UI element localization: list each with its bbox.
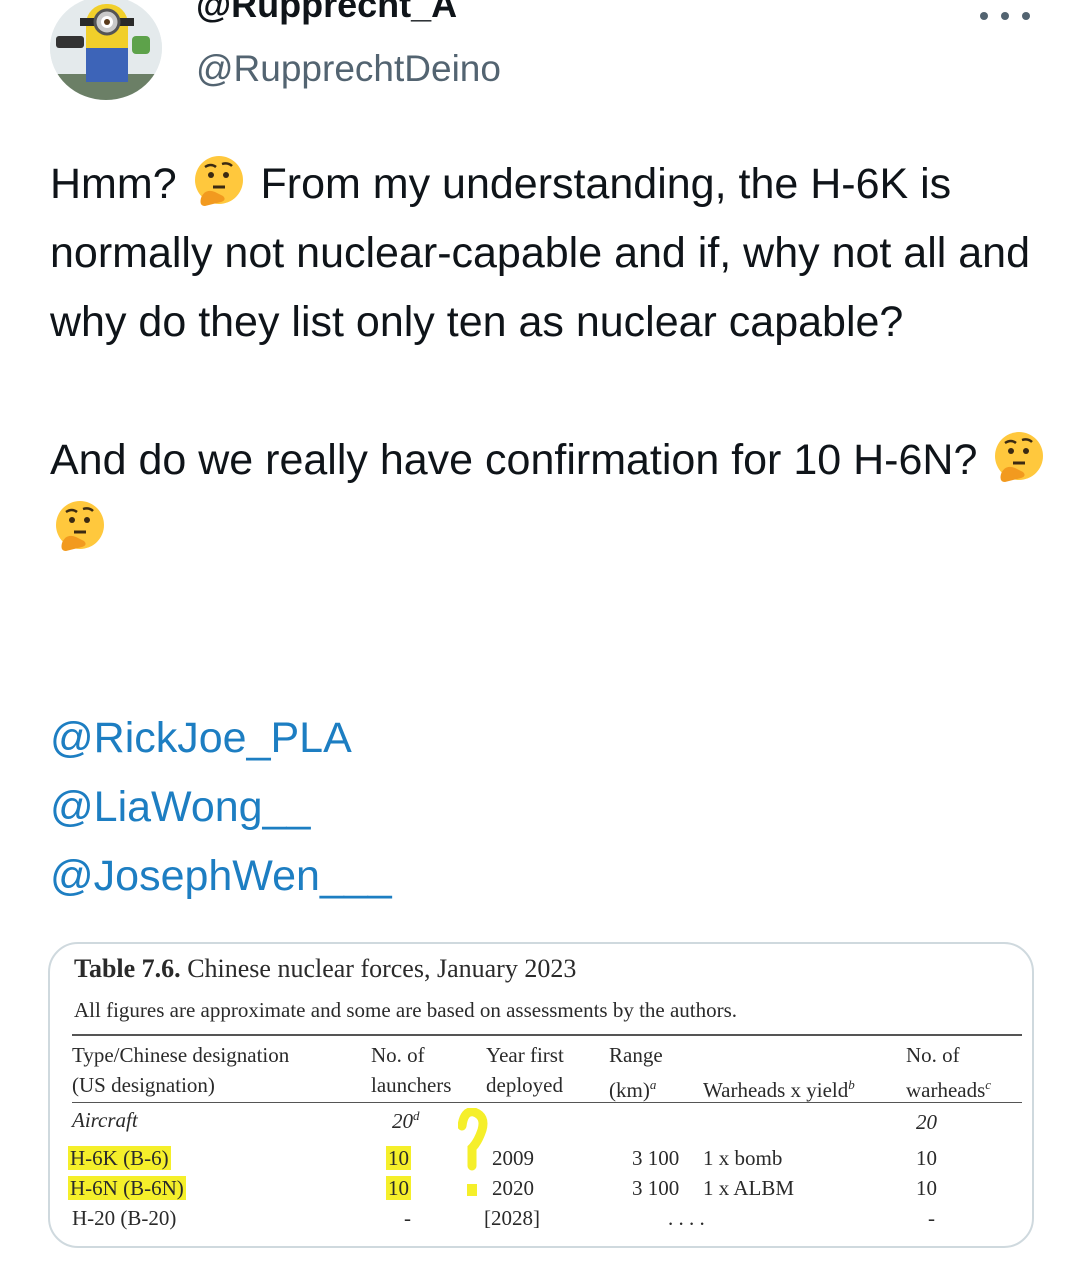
cell-text: 10 <box>386 1146 411 1170</box>
cell-range: 3 100 <box>632 1146 680 1170</box>
table-title: Table 7.6. Chinese nuclear forces, Janua… <box>74 954 576 984</box>
header-text: (US designation) <box>72 1073 215 1097</box>
table-caption: Chinese nuclear forces, January 2023 <box>187 954 577 983</box>
cell-launchers: 10 <box>386 1146 411 1171</box>
header-text: Warheads x yield <box>703 1078 849 1102</box>
cell-range: . . . . <box>668 1206 705 1230</box>
cell-type: H-6K (B-6) <box>68 1146 171 1170</box>
mention-link-liawong[interactable]: @LiaWong__ <box>50 773 392 842</box>
attached-image[interactable]: Table 7.6. Chinese nuclear forces, Janua… <box>48 942 1034 1248</box>
header-type: Type/Chinese designation (US designation… <box>72 1040 289 1100</box>
cell-warheads: 10 <box>916 1146 937 1170</box>
header-text: warheads <box>906 1078 986 1102</box>
cell-year: 2009 <box>492 1146 534 1170</box>
section-label: Aircraft <box>72 1108 138 1132</box>
header-text: No. of <box>906 1043 960 1067</box>
mention-link-josephwen[interactable]: @JosephWen___ <box>50 842 392 911</box>
tweet-text-segment: Hmm? <box>50 160 177 208</box>
footnote-mark: b <box>848 1077 855 1092</box>
table-row: H-6K (B-6) <box>68 1146 171 1171</box>
table-rule <box>72 1102 1022 1103</box>
more-options-button[interactable] <box>980 4 1030 28</box>
tweet-paragraph-2: And do we really have confirmation for 1… <box>50 426 1050 564</box>
user-handle[interactable]: @RupprechtDeino <box>196 48 501 90</box>
header-text: launchers <box>371 1073 452 1097</box>
cell-warheads-yield: 1 x bomb <box>703 1146 783 1170</box>
cell-launchers: - <box>404 1206 411 1230</box>
footnote-mark: d <box>413 1108 420 1123</box>
thinking-face-icon <box>56 501 104 551</box>
cell-text: 10 <box>386 1176 411 1200</box>
thinking-face-icon <box>194 156 243 206</box>
mention-link-rickjoe[interactable]: @RickJoe_PLA <box>50 704 392 773</box>
display-name[interactable]: @Rupprecht_A <box>196 0 457 26</box>
header-text: Range <box>609 1043 663 1067</box>
cell-text: 20 <box>392 1109 413 1133</box>
dot-icon <box>980 12 988 20</box>
header-year: Year first deployed <box>486 1040 564 1100</box>
header-text: Type/Chinese designation <box>72 1043 290 1067</box>
header-num-warheads: No. of warheadsc <box>906 1040 991 1105</box>
footnote-mark: c <box>985 1077 992 1092</box>
thinking-face-icon <box>995 432 1044 482</box>
dot-icon <box>1001 12 1009 20</box>
cell-warheads: 10 <box>916 1176 937 1200</box>
tweet-paragraph-1: Hmm? From my understanding, the H-6K is … <box>50 150 1050 357</box>
cell-year: [2028] <box>484 1206 540 1230</box>
header-text: No. of <box>371 1043 425 1067</box>
question-mark-annotation <box>458 1108 488 1196</box>
cell-warheads-yield: 1 x ALBM <box>703 1176 795 1200</box>
dot-icon <box>1022 12 1030 20</box>
header-text: Year first <box>486 1043 564 1067</box>
tweet-text: Hmm? From my understanding, the H-6K is … <box>50 150 1050 564</box>
footnote-mark: a <box>649 1077 657 1092</box>
section-launchers: 20d <box>392 1108 420 1134</box>
header-text: deployed <box>486 1073 563 1097</box>
table-row: H-20 (B-20) <box>72 1206 177 1230</box>
section-warheads: 20 <box>916 1110 937 1134</box>
avatar[interactable] <box>50 0 162 100</box>
table-subtitle: All figures are approximate and some are… <box>74 998 738 1022</box>
cell-launchers: 10 <box>386 1176 411 1201</box>
header-text: (km) <box>609 1078 650 1102</box>
table-rule <box>72 1034 1022 1036</box>
tweet-text-segment: And do we really have confirmation for 1… <box>50 436 978 484</box>
table-number: Table 7.6. <box>74 954 181 983</box>
cell-range: 3 100 <box>632 1176 680 1200</box>
header-launchers: No. of launchers <box>371 1040 451 1100</box>
header-warheads-yield: Warheads x yieldb <box>703 1070 855 1105</box>
cell-warheads: - <box>928 1206 935 1230</box>
cell-type: H-6N (B-6N) <box>68 1176 186 1200</box>
minion-avatar-image <box>50 0 162 100</box>
table-row: H-6N (B-6N) <box>68 1176 186 1201</box>
mentions-list: @RickJoe_PLA @LiaWong__ @JosephWen___ <box>50 704 392 911</box>
cell-year: 2020 <box>492 1176 534 1200</box>
header-range: Range (km)a <box>609 1040 663 1105</box>
